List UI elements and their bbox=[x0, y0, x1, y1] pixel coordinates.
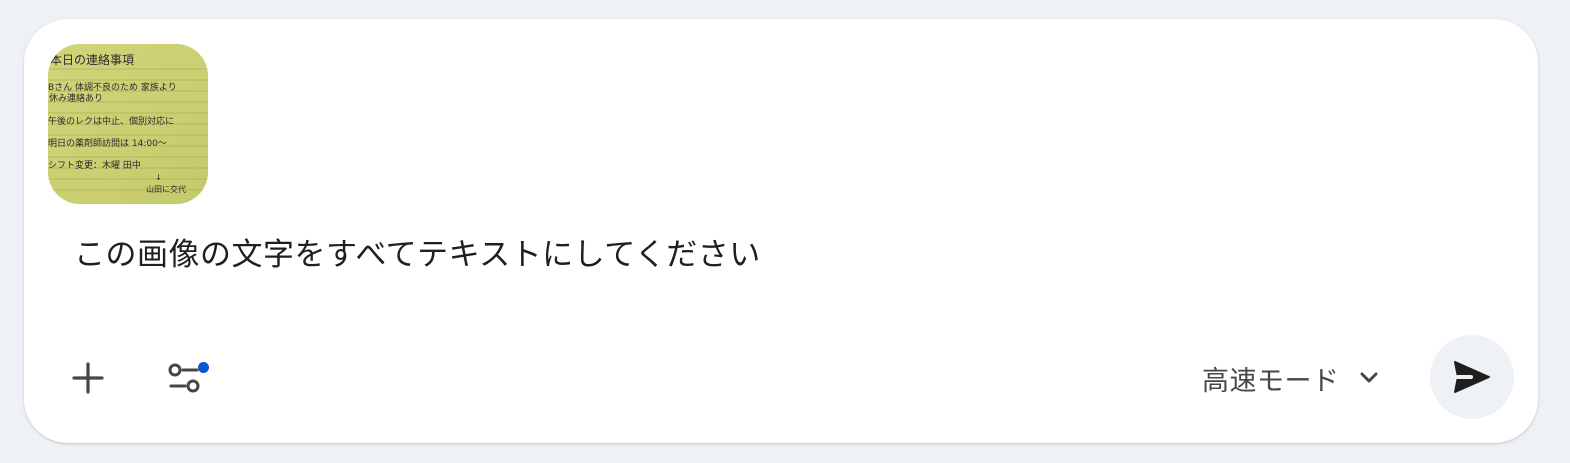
handwritten-note-image: 本日の連絡事項 Bさん 体調不良のため 家族より 休み連絡あり 午後のレクは中止… bbox=[48, 44, 208, 204]
note-line: 午後のレクは中止、個別対応に bbox=[48, 115, 174, 127]
mode-selector[interactable]: 高速モード bbox=[1192, 354, 1390, 402]
prompt-composer: 本日の連絡事項 Bさん 体調不良のため 家族より 休み連絡あり 午後のレクは中止… bbox=[24, 19, 1538, 443]
notification-dot bbox=[198, 362, 209, 373]
tune-icon bbox=[168, 363, 200, 393]
prompt-input[interactable]: この画像の文字をすべてテキストにしてください bbox=[74, 237, 761, 274]
attached-image-thumbnail[interactable]: 本日の連絡事項 Bさん 体調不良のため 家族より 休み連絡あり 午後のレクは中止… bbox=[48, 44, 208, 204]
note-line: 本日の連絡事項 bbox=[50, 52, 134, 67]
note-line: 休み連絡あり bbox=[49, 92, 103, 104]
note-line: 明日の薬剤師訪問は 14:00〜 bbox=[48, 137, 167, 149]
tools-button[interactable] bbox=[156, 350, 212, 406]
note-line: 山田に交代 bbox=[146, 184, 186, 194]
send-icon bbox=[1454, 361, 1490, 393]
send-button[interactable] bbox=[1430, 335, 1514, 419]
note-line: ↓ bbox=[155, 173, 162, 182]
plus-icon bbox=[72, 362, 104, 394]
mode-label: 高速モード bbox=[1202, 365, 1340, 397]
chevron-down-icon bbox=[1360, 372, 1377, 383]
note-line: シフト変更：木曜 田中 bbox=[48, 159, 141, 171]
note-line: Bさん 体調不良のため 家族より bbox=[48, 81, 177, 93]
add-button[interactable] bbox=[60, 350, 116, 406]
